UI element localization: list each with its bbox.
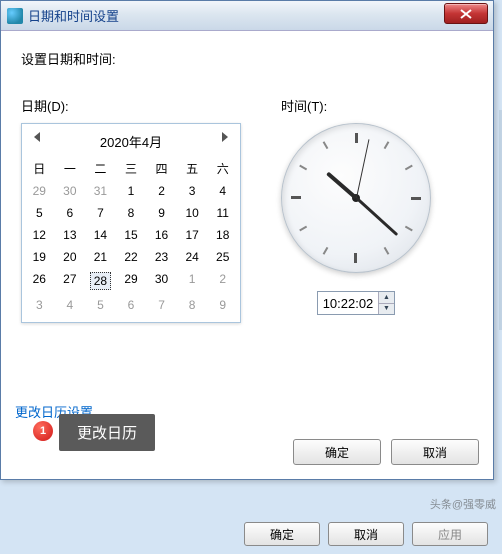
calendar-day[interactable]: 26: [24, 268, 55, 294]
parent-apply-button[interactable]: 应用: [412, 522, 488, 546]
calendar-day[interactable]: 8: [116, 202, 147, 224]
day-header: 三: [116, 157, 147, 180]
calendar-day[interactable]: 31: [85, 180, 116, 202]
time-spinner: ▲ ▼: [317, 291, 395, 315]
calendar-day[interactable]: 20: [55, 246, 86, 268]
day-header: 五: [177, 157, 208, 180]
calendar-day[interactable]: 8: [177, 294, 208, 316]
clock-hr-hand: [326, 172, 357, 200]
calendar-day[interactable]: 24: [177, 246, 208, 268]
clock-mn-hand: [355, 197, 398, 236]
calendar-day[interactable]: 7: [146, 294, 177, 316]
calendar-day[interactable]: 30: [55, 180, 86, 202]
calendar-day[interactable]: 4: [55, 294, 86, 316]
time-input[interactable]: [318, 292, 378, 314]
time-label: 时间(T):: [281, 96, 431, 115]
calendar-day[interactable]: 11: [207, 202, 238, 224]
calendar-day[interactable]: 12: [24, 224, 55, 246]
parent-ok-button[interactable]: 确定: [244, 522, 320, 546]
calendar-day[interactable]: 1: [177, 268, 208, 294]
calendar-day[interactable]: 2: [207, 268, 238, 294]
calendar: 2020年4月 日一二三四五六2930311234567891011121314…: [21, 123, 241, 323]
calendar-day[interactable]: 5: [24, 202, 55, 224]
calendar-day[interactable]: 29: [116, 268, 147, 294]
time-up-button[interactable]: ▲: [379, 292, 394, 304]
close-button[interactable]: [444, 3, 488, 24]
prev-month-button[interactable]: [34, 132, 40, 142]
calendar-day[interactable]: 23: [146, 246, 177, 268]
calendar-day[interactable]: 14: [85, 224, 116, 246]
calendar-day[interactable]: 13: [55, 224, 86, 246]
day-header: 二: [85, 157, 116, 180]
calendar-day[interactable]: 3: [24, 294, 55, 316]
calendar-day[interactable]: 3: [177, 180, 208, 202]
calendar-grid: 日一二三四五六293031123456789101112131415161718…: [24, 157, 238, 316]
calendar-day[interactable]: 4: [207, 180, 238, 202]
day-header: 日: [24, 157, 55, 180]
annotation-badge: 1: [33, 421, 53, 441]
calendar-day[interactable]: 16: [146, 224, 177, 246]
calendar-day[interactable]: 22: [116, 246, 147, 268]
date-label: 日期(D):: [21, 96, 241, 115]
calendar-day[interactable]: 1: [116, 180, 147, 202]
instruction-text: 设置日期和时间:: [21, 49, 473, 68]
calendar-day[interactable]: 15: [116, 224, 147, 246]
calendar-day[interactable]: 9: [207, 294, 238, 316]
next-month-button[interactable]: [222, 132, 228, 142]
day-header: 六: [207, 157, 238, 180]
parent-cancel-button[interactable]: 取消: [328, 522, 404, 546]
calendar-day[interactable]: 29: [24, 180, 55, 202]
calendar-day[interactable]: 27: [55, 268, 86, 294]
cancel-button[interactable]: 取消: [391, 439, 479, 465]
calendar-day[interactable]: 18: [207, 224, 238, 246]
calendar-day[interactable]: 7: [85, 202, 116, 224]
analog-clock: [281, 123, 431, 273]
calendar-day[interactable]: 19: [24, 246, 55, 268]
date-column: 日期(D): 2020年4月 日一二三四五六293031123456789101…: [21, 96, 241, 323]
time-down-button[interactable]: ▼: [379, 304, 394, 315]
ok-button[interactable]: 确定: [293, 439, 381, 465]
day-header: 一: [55, 157, 86, 180]
watermark: 头条@强零威: [430, 496, 496, 512]
content-area: 设置日期和时间: 日期(D): 2020年4月 日一二三四五六293031123…: [1, 31, 493, 341]
calendar-day[interactable]: 30: [146, 268, 177, 294]
calendar-day[interactable]: 9: [146, 202, 177, 224]
time-column: 时间(T): ▲ ▼: [281, 96, 431, 323]
calendar-day[interactable]: 28: [85, 268, 116, 294]
calendar-day[interactable]: 2: [146, 180, 177, 202]
calendar-day[interactable]: 6: [116, 294, 147, 316]
app-icon: [7, 8, 23, 24]
calendar-day[interactable]: 5: [85, 294, 116, 316]
annotation-tooltip: 更改日历: [59, 414, 155, 451]
calendar-day[interactable]: 25: [207, 246, 238, 268]
calendar-day[interactable]: 6: [55, 202, 86, 224]
parent-button-row: 确定 取消 应用: [244, 522, 488, 546]
calendar-day[interactable]: 10: [177, 202, 208, 224]
month-title[interactable]: 2020年4月: [100, 135, 162, 150]
clock-sc-hand: [356, 139, 369, 198]
close-icon: [460, 9, 472, 19]
day-header: 四: [146, 157, 177, 180]
calendar-day[interactable]: 21: [85, 246, 116, 268]
calendar-day[interactable]: 17: [177, 224, 208, 246]
window-title: 日期和时间设置: [28, 6, 119, 25]
titlebar[interactable]: 日期和时间设置: [1, 1, 493, 31]
datetime-settings-window: 日期和时间设置 设置日期和时间: 日期(D): 2020年4月 日一二三四五六 2…: [0, 0, 494, 480]
